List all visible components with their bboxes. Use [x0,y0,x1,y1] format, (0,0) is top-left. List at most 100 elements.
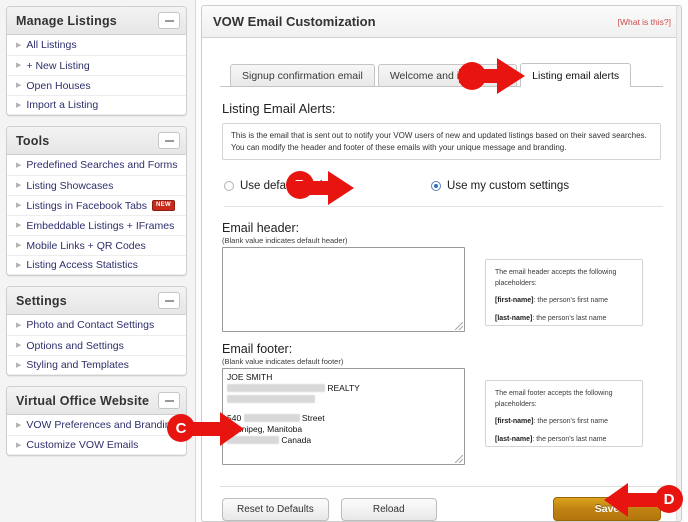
footer-line-country: Canada [227,435,460,446]
sidebar-panel-virtual-office-website: Virtual Office Website ▶ VOW Preferences… [6,386,187,456]
chevron-right-icon: ▶ [16,101,22,109]
placeholder-desc: : the person's last name [532,314,607,322]
sidebar-item-styling-and-templates[interactable]: ▶ Styling and Templates [7,355,186,375]
sidebar-item-label: Listings in Facebook Tabs [26,199,148,212]
sidebar-item-new-listing[interactable]: ▶ + New Listing [7,55,186,75]
redacted-text [227,394,315,403]
sidebar-item-options-and-settings[interactable]: ▶ Options and Settings [7,335,186,355]
sidebar-item-all-listings[interactable]: ▶ All Listings [7,35,186,55]
sidebar-item-label: Photo and Contact Settings [26,319,155,331]
sidebar-item-vow-preferences-and-branding[interactable]: ▶ VOW Preferences and Branding [7,415,186,435]
chevron-right-icon: ▶ [16,161,22,169]
email-footer-placeholder-info: The email footer accepts the following p… [485,380,643,448]
sidebar-item-label: VOW Preferences and Branding [26,419,177,431]
tab-signup-confirmation-email[interactable]: Signup confirmation email [230,64,375,86]
sidebar: Manage Listings ▶ All Listings ▶ + New L… [0,0,196,522]
sidebar-item-label: Styling and Templates [26,359,129,371]
chevron-right-icon: ▶ [16,82,22,89]
placeholder-last-name: [last-name]: the person's last name [495,435,633,446]
chevron-right-icon: ▶ [16,441,22,449]
scrollbar-track[interactable] [676,6,681,521]
new-badge: NEW [152,200,175,211]
sidebar-item-label: Customize VOW Emails [26,439,139,451]
sidebar-item-import-a-listing[interactable]: ▶ Import a Listing [7,95,186,115]
email-footer-label: Email footer: [222,342,293,357]
minus-icon[interactable] [158,132,180,149]
what-is-this-link[interactable]: [What is this?] [618,17,671,27]
panel-title: Settings [16,293,67,308]
placeholder-key: [first-name] [495,418,534,426]
main-header: VOW Email Customization [What is this?] [202,6,681,38]
sidebar-item-listing-showcases[interactable]: ▶ Listing Showcases [7,175,186,195]
sidebar-panel-tools: Tools ▶ Predefined Searches and Forms ▶ … [6,126,187,276]
footer-line-redacted [227,394,460,405]
chevron-right-icon: ▶ [16,321,22,329]
sidebar-item-label: Listing Showcases [26,179,114,192]
placeholder-desc: : the person's last name [532,435,607,443]
sidebar-item-mobile-links-qr-codes[interactable]: ▶ Mobile Links + QR Codes [7,235,186,255]
footer-line-street: 540 Street [227,412,325,423]
placeholder-last-name: [last-name]: the person's last name [495,314,633,325]
page-title: VOW Email Customization [213,14,376,29]
sidebar-list: ▶ Photo and Contact Settings ▶ Options a… [7,315,186,375]
placeholder-intro: The email footer accepts the following p… [495,390,613,408]
sidebar-item-label: Embeddable Listings + IFrames [26,219,175,232]
main-content-panel: VOW Email Customization [What is this?] … [201,5,682,522]
sidebar-item-open-houses[interactable]: ▶ Open Houses [7,75,186,95]
email-header-textarea[interactable] [222,247,465,333]
footer-line-name: JOE SMITH [227,372,273,383]
main-body: Signup confirmation email Welcome and in… [202,38,681,477]
placeholder-intro: The email header accepts the following p… [495,269,617,287]
radio-label: Use my custom settings [447,180,570,193]
sidebar-item-label: Open Houses [26,79,91,92]
radio-use-my-custom-settings[interactable]: Use my custom settings [431,180,569,192]
placeholder-desc: : the person's first name [533,418,608,426]
sidebar-list: ▶ All Listings ▶ + New Listing ▶ Open Ho… [7,35,186,115]
sidebar-item-label: Listing Access Statistics [26,259,138,271]
minus-icon[interactable] [158,12,180,29]
sidebar-list: ▶ Predefined Searches and Forms ▶ Listin… [7,155,186,275]
chevron-right-icon: ▶ [16,182,22,189]
email-footer-hint: (Blank value indicates default footer) [222,357,344,367]
reload-button[interactable]: Reload [340,497,437,521]
sidebar-item-embeddable-listings-iframes[interactable]: ▶ Embeddable Listings + IFrames [7,215,186,235]
sidebar-item-label: Predefined Searches and Forms [26,159,178,171]
email-header-field-block: Email header: (Blank value indicates def… [222,221,661,333]
sidebar-item-label: All Listings [26,39,77,51]
panel-header: Tools [7,127,186,155]
sidebar-item-predefined-searches-and-forms[interactable]: ▶ Predefined Searches and Forms [7,155,186,175]
tab-bar: Signup confirmation email Welcome and in… [220,63,663,87]
sidebar-item-label: + New Listing [26,59,90,72]
placeholder-key: [first-name] [495,297,534,305]
footer-line-company: REALTY [227,383,460,394]
chevron-right-icon: ▶ [16,261,22,269]
chevron-right-icon: ▶ [16,41,22,49]
annotation-arrow-a [459,58,525,94]
placeholder-first-name: [first-name]: the person's first name [495,296,633,307]
sidebar-panel-manage-listings: Manage Listings ▶ All Listings ▶ + New L… [6,6,187,116]
radio-icon [431,181,442,192]
panel-header: Virtual Office Website [7,387,186,415]
footer-spacer [227,405,460,413]
chevron-right-icon: ▶ [16,421,22,429]
placeholder-key: [last-name] [495,435,533,443]
description-box: This is the email that is sent out to no… [222,123,661,161]
annotation-arrow-c [191,412,244,446]
email-footer-textarea[interactable]: JOE SMITH REALTY 540 Street Winnipeg, Ma… [222,368,465,466]
reset-to-defaults-button[interactable]: Reset to Defaults [222,497,329,521]
footer-line-city: Winnipeg, Manitoba [227,423,303,434]
sidebar-item-listings-in-facebook-tabs[interactable]: ▶ Listings in Facebook Tabs NEW [7,195,186,215]
sidebar-item-photo-and-contact-settings[interactable]: ▶ Photo and Contact Settings [7,315,186,335]
sidebar-item-customize-vow-emails[interactable]: ▶ Customize VOW Emails [7,435,186,455]
minus-icon[interactable] [158,292,180,309]
sidebar-item-listing-access-statistics[interactable]: ▶ Listing Access Statistics [7,255,186,275]
redacted-text [227,384,325,393]
sidebar-item-label: Options and Settings [26,339,124,352]
minus-icon[interactable] [158,392,180,409]
tab-listing-email-alerts[interactable]: Listing email alerts [520,63,632,87]
chevron-right-icon: ▶ [16,342,22,349]
sidebar-list: ▶ VOW Preferences and Branding ▶ Customi… [7,415,186,455]
chevron-right-icon: ▶ [16,361,22,369]
placeholder-key: [last-name] [495,314,533,322]
redacted-text [243,413,300,422]
